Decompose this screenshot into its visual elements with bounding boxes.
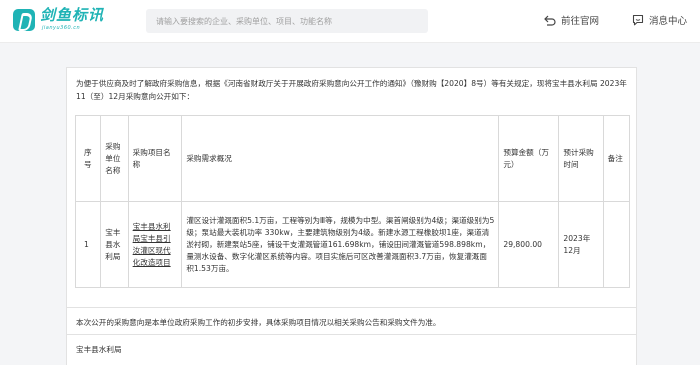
header-project-name: 采购项目名称 [127, 115, 183, 202]
return-icon [544, 15, 556, 26]
table-header-row: 序号 采购单位名称 采购项目名称 采购需求概况 预算金额（万元） 预计采购时间 … [74, 115, 631, 202]
goto-official-site-label: 前往官网 [561, 16, 600, 27]
header-time: 预计采购时间 [558, 115, 604, 202]
notice-footer-note: 本次公开的采购意向是本单位政府采购工作的初步安排，具体采购项目情况以相关采购公告… [67, 307, 636, 337]
logo-domain: jianyu360.cn [42, 25, 81, 31]
search-input[interactable] [146, 9, 428, 33]
header-budget: 预算金额（万元） [498, 115, 560, 202]
message-center-label: 消息中心 [649, 16, 688, 27]
cell-project-name: 宝丰县水利局宝丰县引汝灌区现代化改造项目 [127, 201, 183, 288]
message-icon [632, 14, 644, 26]
cell-no: 1 [74, 201, 102, 288]
header-unit: 采购单位名称 [100, 115, 129, 202]
procurement-intent-table: 序号 采购单位名称 采购项目名称 采购需求概况 预算金额（万元） 预计采购时间 … [74, 115, 631, 288]
top-header: 剑鱼标讯 jianyu360.cn 前往官网 消息中心 [0, 0, 700, 43]
site-logo[interactable]: 剑鱼标讯 jianyu360.cn [13, 6, 104, 36]
cell-unit: 宝丰县水利局 [100, 201, 129, 288]
logo-text: 剑鱼标讯 jianyu360.cn [40, 6, 104, 32]
header-description: 采购需求概况 [181, 115, 500, 202]
notice-footer-org: 宝丰县水利局 [67, 334, 636, 364]
goto-official-site-link[interactable]: 前往官网 [544, 13, 599, 27]
project-name-link[interactable]: 宝丰县水利局宝丰县引汝灌区现代化改造项目 [133, 222, 171, 267]
message-center-link[interactable]: 消息中心 [632, 13, 687, 27]
cell-description: 灌区设计灌溉面积5.1万亩，工程等别为Ⅲ等，规模为中型。渠首闸级别为4级；渠道级… [181, 201, 500, 288]
logo-icon [13, 9, 35, 31]
header-note: 备注 [602, 115, 631, 202]
table-row: 1 宝丰县水利局 宝丰县水利局宝丰县引汝灌区现代化改造项目 灌区设计灌溉面积5.… [74, 201, 631, 288]
cell-budget: 29,800.00 [498, 201, 560, 288]
cell-note [602, 201, 631, 288]
logo-name: 剑鱼标讯 [40, 6, 105, 24]
notice-content: 为便于供应商及时了解政府采购信息，根据《河南省财政厅关于开展政府采购意向公开工作… [66, 67, 637, 365]
cell-time: 2023年12月 [558, 201, 604, 288]
header-no: 序号 [74, 115, 102, 202]
notice-intro: 为便于供应商及时了解政府采购信息，根据《河南省财政厅关于开展政府采购意向公开工作… [76, 79, 627, 101]
